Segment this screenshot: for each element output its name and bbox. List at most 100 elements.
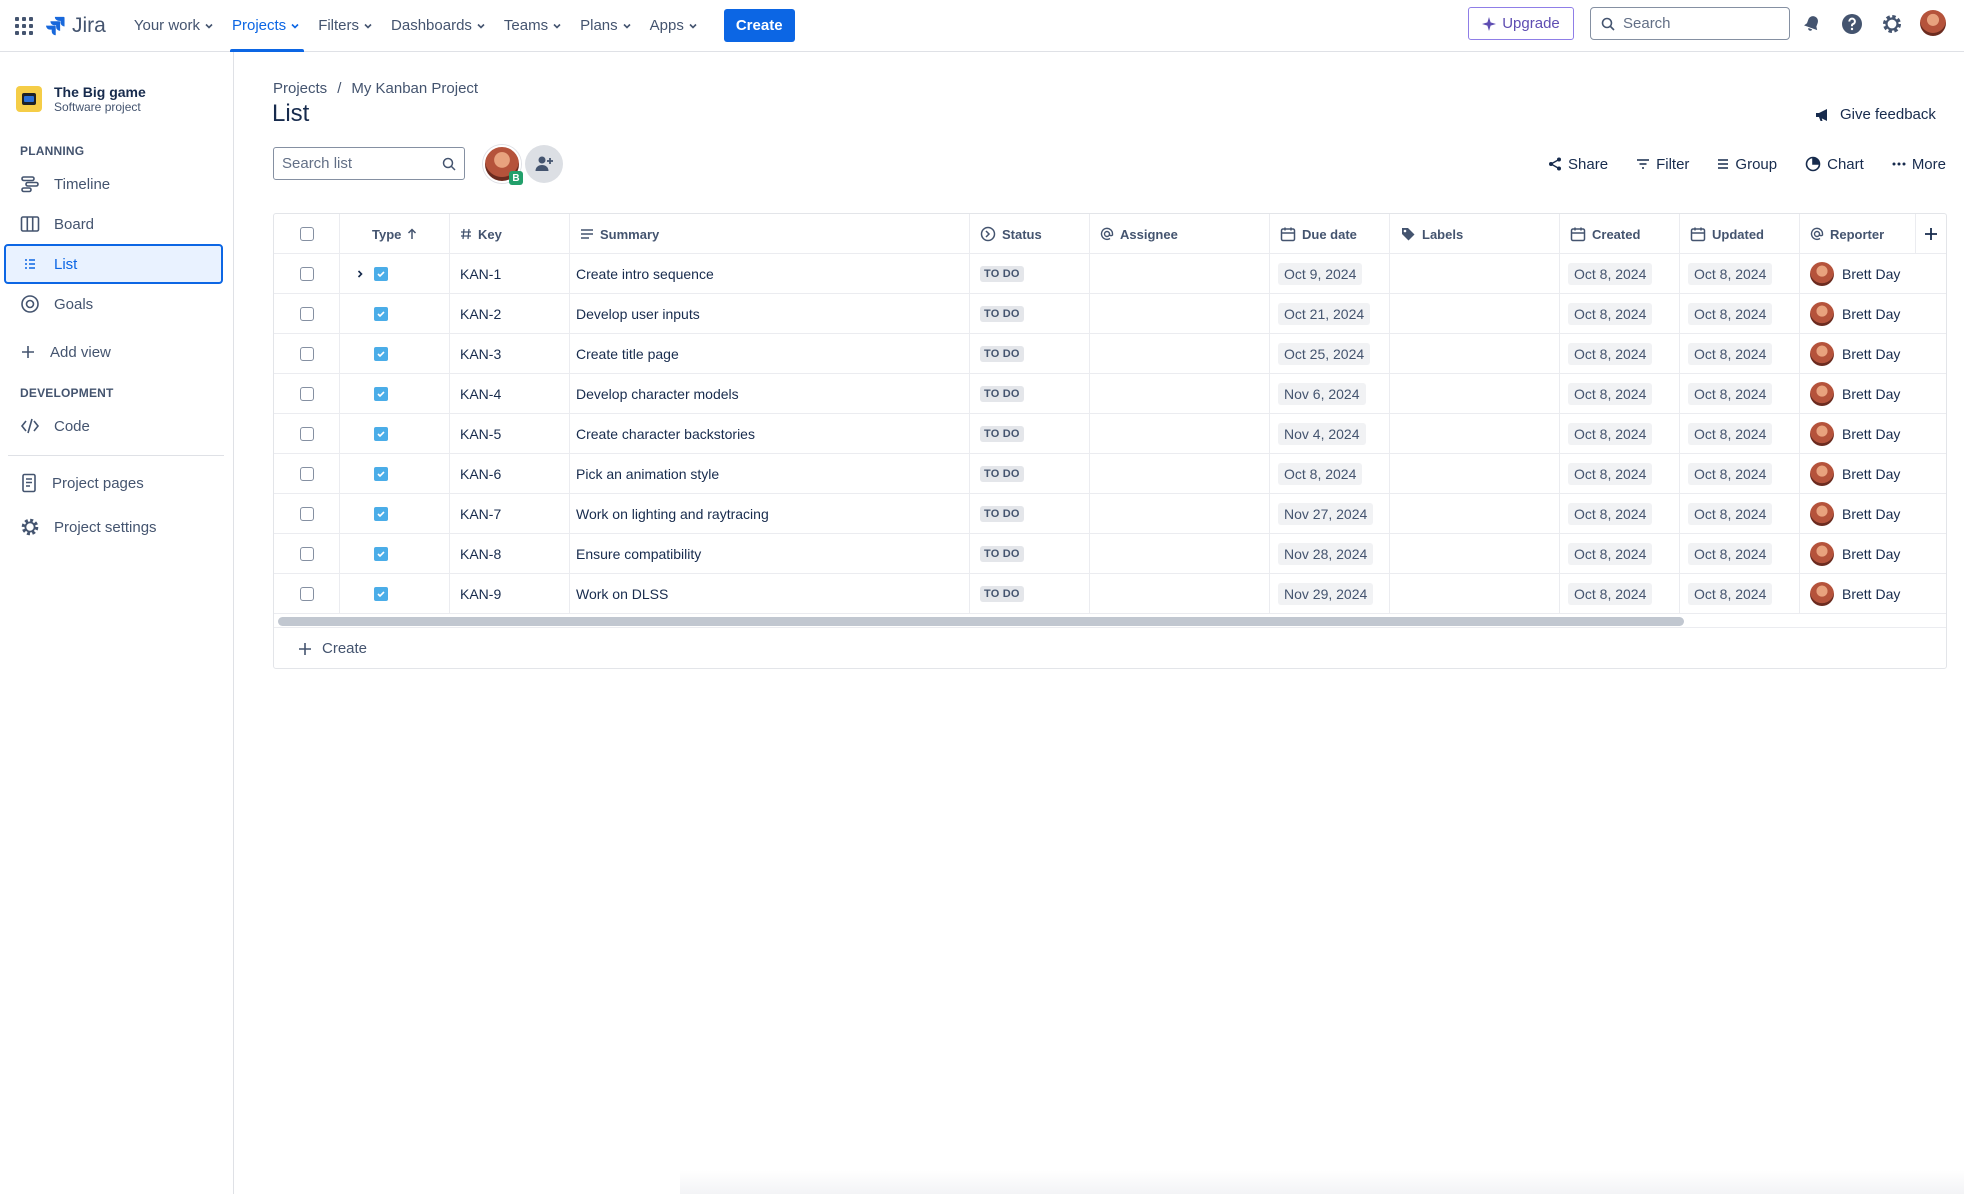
row-checkbox[interactable]: [299, 587, 314, 601]
assignee-cell[interactable]: [1090, 494, 1270, 534]
sidebar-item-code[interactable]: Code: [4, 406, 223, 446]
breadcrumb-projects[interactable]: Projects: [273, 80, 327, 97]
column-header-created[interactable]: Created: [1560, 214, 1680, 254]
help-icon[interactable]: [1840, 12, 1864, 36]
nav-item-apps[interactable]: Apps: [644, 0, 704, 52]
issue-key[interactable]: KAN-1: [460, 266, 501, 282]
labels-cell[interactable]: [1390, 454, 1560, 494]
nav-item-dashboards[interactable]: Dashboards: [385, 0, 492, 52]
sidebar-item-project-settings[interactable]: Project settings: [4, 507, 223, 547]
nav-item-filters[interactable]: Filters: [312, 0, 379, 52]
row-checkbox[interactable]: [299, 267, 314, 281]
project-header[interactable]: The Big game Software project: [16, 84, 233, 114]
column-header-updated[interactable]: Updated: [1680, 214, 1800, 254]
status-badge[interactable]: TO DO: [980, 586, 1024, 602]
notifications-icon[interactable]: [1800, 12, 1824, 36]
issue-summary[interactable]: Work on DLSS: [576, 586, 668, 602]
add-people-button[interactable]: [525, 145, 563, 183]
labels-cell[interactable]: [1390, 534, 1560, 574]
table-row[interactable]: KAN-4 Develop character models TO DO Nov…: [274, 374, 1946, 414]
reporter[interactable]: Brett Day: [1810, 422, 1900, 446]
labels-cell[interactable]: [1390, 254, 1560, 294]
issue-key[interactable]: KAN-8: [460, 546, 501, 562]
due-date-value[interactable]: Oct 21, 2024: [1278, 303, 1371, 325]
labels-cell[interactable]: [1390, 574, 1560, 614]
app-switcher-icon[interactable]: [14, 16, 34, 36]
column-header-type[interactable]: Type: [340, 214, 450, 254]
give-feedback-button[interactable]: Give feedback: [1814, 106, 1936, 123]
chevron-right-icon[interactable]: [355, 269, 365, 279]
issue-key[interactable]: KAN-3: [460, 346, 501, 362]
issue-summary[interactable]: Create intro sequence: [576, 266, 714, 282]
assignee-cell[interactable]: [1090, 334, 1270, 374]
assignee-cell[interactable]: [1090, 294, 1270, 334]
reporter[interactable]: Brett Day: [1810, 382, 1900, 406]
table-row[interactable]: KAN-7 Work on lighting and raytracing TO…: [274, 494, 1946, 534]
column-header-due-date[interactable]: Due date: [1270, 214, 1390, 254]
assignee-cell[interactable]: [1090, 534, 1270, 574]
reporter[interactable]: Brett Day: [1810, 262, 1900, 286]
column-header-assignee[interactable]: Assignee: [1090, 214, 1270, 254]
due-date-value[interactable]: Nov 27, 2024: [1278, 503, 1374, 525]
nav-item-teams[interactable]: Teams: [498, 0, 568, 52]
status-badge[interactable]: TO DO: [980, 306, 1024, 322]
issue-summary[interactable]: Ensure compatibility: [576, 546, 701, 562]
add-view-button[interactable]: Add view: [4, 332, 223, 372]
table-row[interactable]: KAN-1 Create intro sequence TO DO Oct 9,…: [274, 254, 1946, 294]
reporter[interactable]: Brett Day: [1810, 582, 1900, 606]
table-row[interactable]: KAN-8 Ensure compatibility TO DO Nov 28,…: [274, 534, 1946, 574]
table-row[interactable]: KAN-9 Work on DLSS TO DO Nov 29, 2024 Oc…: [274, 574, 1946, 614]
status-badge[interactable]: TO DO: [980, 466, 1024, 482]
nav-item-your-work[interactable]: Your work: [128, 0, 220, 52]
profile-avatar[interactable]: [1920, 10, 1946, 36]
select-all-checkbox[interactable]: [299, 227, 314, 241]
create-issue-button[interactable]: Create: [274, 627, 1946, 668]
row-checkbox[interactable]: [299, 427, 314, 441]
row-checkbox[interactable]: [299, 307, 314, 321]
due-date-value[interactable]: Nov 4, 2024: [1278, 423, 1366, 445]
sidebar-item-timeline[interactable]: Timeline: [4, 164, 223, 204]
due-date-value[interactable]: Oct 9, 2024: [1278, 263, 1363, 285]
status-badge[interactable]: TO DO: [980, 346, 1024, 362]
table-row[interactable]: KAN-2 Develop user inputs TO DO Oct 21, …: [274, 294, 1946, 334]
column-header-reporter[interactable]: Reporter: [1800, 214, 1916, 254]
assignee-cell[interactable]: [1090, 374, 1270, 414]
labels-cell[interactable]: [1390, 494, 1560, 534]
horizontal-scrollbar[interactable]: [278, 617, 1684, 626]
column-header-labels[interactable]: Labels: [1390, 214, 1560, 254]
add-column-button[interactable]: [1916, 214, 1946, 254]
labels-cell[interactable]: [1390, 374, 1560, 414]
table-row[interactable]: KAN-6 Pick an animation style TO DO Oct …: [274, 454, 1946, 494]
sidebar-item-board[interactable]: Board: [4, 204, 223, 244]
labels-cell[interactable]: [1390, 294, 1560, 334]
table-row[interactable]: KAN-5 Create character backstories TO DO…: [274, 414, 1946, 454]
breadcrumb-project[interactable]: My Kanban Project: [351, 80, 478, 97]
issue-summary[interactable]: Work on lighting and raytracing: [576, 506, 769, 522]
issue-summary[interactable]: Develop user inputs: [576, 306, 700, 322]
due-date-value[interactable]: Oct 8, 2024: [1278, 463, 1363, 485]
user-avatar-filter[interactable]: B: [483, 145, 523, 185]
global-search-input[interactable]: Search: [1590, 7, 1790, 40]
row-checkbox[interactable]: [299, 547, 314, 561]
row-checkbox[interactable]: [299, 507, 314, 521]
status-badge[interactable]: TO DO: [980, 546, 1024, 562]
due-date-value[interactable]: Nov 6, 2024: [1278, 383, 1366, 405]
share-button[interactable]: Share: [1548, 152, 1608, 176]
status-badge[interactable]: TO DO: [980, 426, 1024, 442]
sidebar-item-goals[interactable]: Goals: [4, 284, 223, 324]
column-header-status[interactable]: Status: [970, 214, 1090, 254]
nav-item-projects[interactable]: Projects: [226, 0, 306, 52]
reporter[interactable]: Brett Day: [1810, 342, 1900, 366]
sidebar-item-list[interactable]: List: [4, 244, 223, 284]
issue-key[interactable]: KAN-7: [460, 506, 501, 522]
assignee-cell[interactable]: [1090, 574, 1270, 614]
sidebar-item-project-pages[interactable]: Project pages: [4, 463, 223, 503]
group-button[interactable]: Group: [1717, 152, 1777, 176]
reporter[interactable]: Brett Day: [1810, 542, 1900, 566]
issue-key[interactable]: KAN-5: [460, 426, 501, 442]
table-row[interactable]: KAN-3 Create title page TO DO Oct 25, 20…: [274, 334, 1946, 374]
issue-key[interactable]: KAN-6: [460, 466, 501, 482]
reporter[interactable]: Brett Day: [1810, 302, 1900, 326]
search-list-input[interactable]: Search list: [273, 147, 465, 180]
jira-logo[interactable]: Jira: [44, 14, 106, 38]
